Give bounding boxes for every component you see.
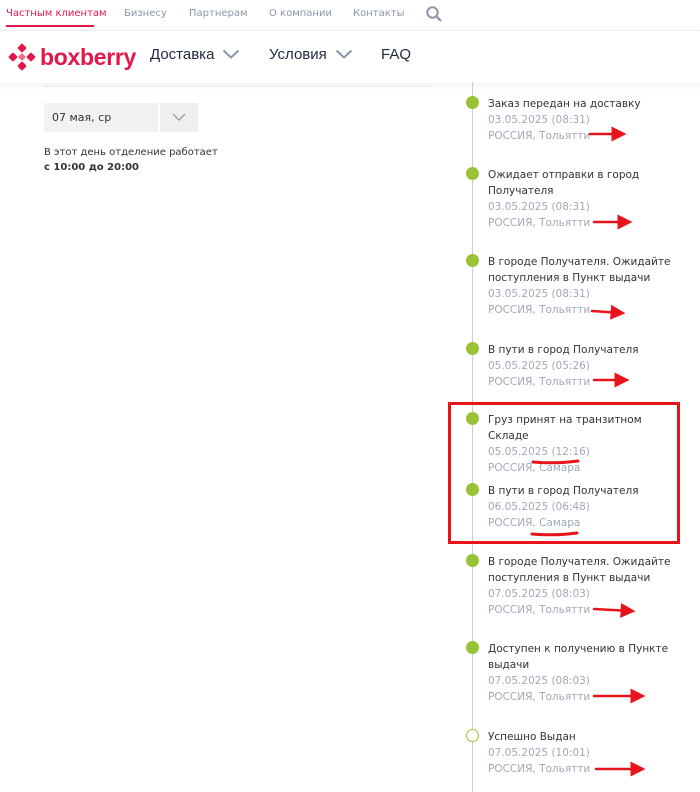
annotation-arrow: [590, 304, 626, 320]
annotation-arrow: [592, 602, 636, 618]
annotation-layer: [530, 126, 646, 777]
annotation-underline: [530, 531, 579, 537]
annotation-underline: [531, 459, 580, 465]
